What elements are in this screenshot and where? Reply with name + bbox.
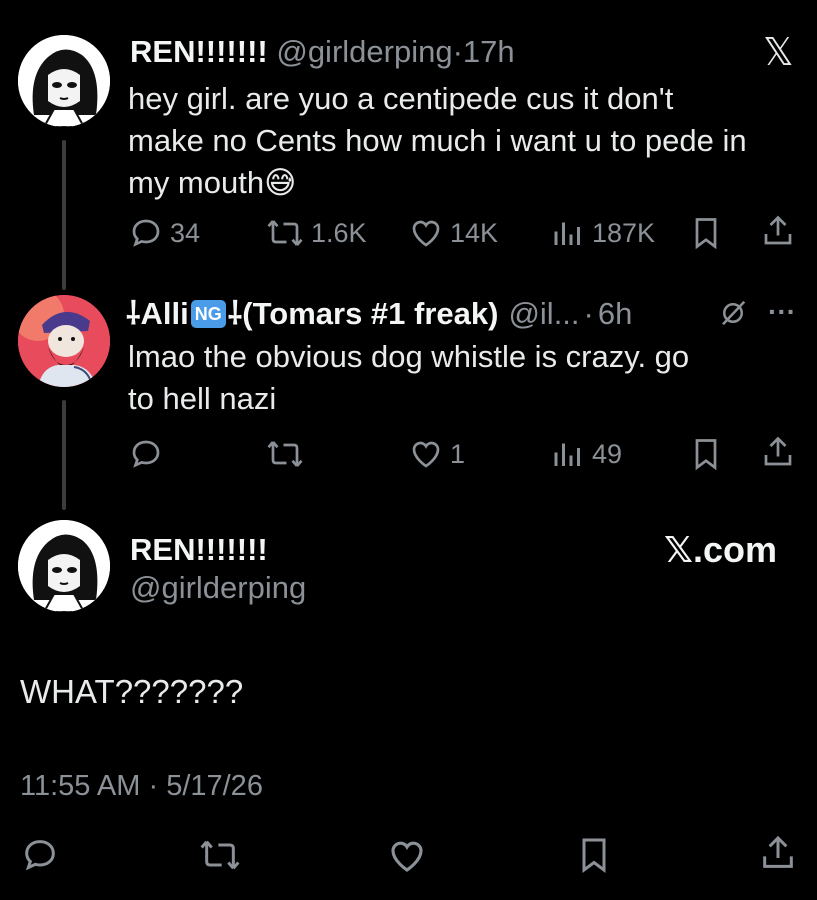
separator-dot: · bbox=[452, 34, 463, 69]
avatar[interactable] bbox=[18, 35, 110, 127]
bookmark-icon bbox=[695, 439, 717, 471]
reply-icon bbox=[132, 440, 160, 468]
view-count: 49 bbox=[592, 438, 623, 469]
bookmark-button[interactable] bbox=[574, 835, 614, 875]
tweet-text-line: my mouth😅 bbox=[128, 165, 297, 200]
handle[interactable]: @il... bbox=[508, 296, 579, 332]
anime-girl-avatar-icon bbox=[18, 520, 110, 612]
reply-count: 34 bbox=[170, 217, 201, 248]
tweet-text-line: to hell nazi bbox=[128, 381, 277, 416]
repost-icon bbox=[267, 441, 303, 467]
share-button[interactable] bbox=[758, 833, 798, 873]
reply-button[interactable] bbox=[128, 436, 164, 472]
tweet-text: hey girl. are yuo a centipede cus it don… bbox=[128, 78, 808, 204]
date: 5/17/26 bbox=[166, 770, 263, 802]
like-button[interactable] bbox=[386, 835, 428, 877]
repost-icon bbox=[267, 220, 303, 246]
tweet-text: lmao the obvious dog whistle is crazy. g… bbox=[128, 336, 808, 420]
views-icon bbox=[554, 443, 580, 466]
display-name-prefix[interactable]: ⸸Alli bbox=[126, 296, 189, 332]
time: 11:55 AM bbox=[20, 770, 141, 802]
views-button[interactable]: 49 bbox=[550, 436, 622, 472]
heart-icon bbox=[412, 220, 440, 247]
tweet-text-line: hey girl. are yuo a centipede cus it don… bbox=[128, 81, 674, 116]
handle[interactable]: @girlderping bbox=[276, 34, 452, 69]
reply-button[interactable]: 34 bbox=[128, 215, 200, 251]
share-button[interactable] bbox=[760, 434, 796, 470]
tweet-header: ⸸Alli NG ⸸(Tomars #1 freak) @il... · 6h bbox=[126, 296, 632, 332]
repost-icon bbox=[200, 840, 240, 870]
share-icon bbox=[764, 215, 792, 245]
sweat-smile-emoji: 😅 bbox=[264, 165, 297, 200]
anime-girl-avatar-icon bbox=[18, 35, 110, 127]
handle[interactable]: @girlderping bbox=[130, 570, 306, 606]
repost-button[interactable]: 1.6K bbox=[265, 215, 367, 251]
display-name[interactable]: REN!!!!!!! bbox=[130, 34, 268, 69]
views-icon bbox=[554, 222, 580, 245]
timestamp[interactable]: 6h bbox=[598, 296, 632, 332]
thread-line bbox=[62, 140, 66, 290]
bookmark-icon bbox=[582, 838, 606, 873]
share-button[interactable] bbox=[760, 213, 796, 249]
repost-button[interactable] bbox=[265, 436, 305, 472]
bookmark-icon bbox=[695, 218, 717, 250]
bookmark-button[interactable] bbox=[688, 215, 724, 251]
ng-badge: NG bbox=[190, 300, 226, 328]
views-button[interactable]: 187K bbox=[550, 215, 655, 251]
grok-icon[interactable] bbox=[718, 298, 748, 333]
timestamp[interactable]: 17h bbox=[463, 34, 515, 69]
share-icon bbox=[763, 835, 793, 868]
separator-dot: · bbox=[583, 296, 594, 331]
thread-line bbox=[62, 400, 66, 510]
avatar[interactable] bbox=[18, 520, 110, 612]
share-icon bbox=[764, 436, 792, 466]
separator-dot: · bbox=[148, 770, 159, 802]
like-button[interactable]: 14K bbox=[408, 215, 498, 251]
bookmark-button[interactable] bbox=[688, 436, 724, 472]
tweet-header: REN!!!!!!! @girlderping·17h bbox=[130, 34, 515, 70]
reply-icon bbox=[25, 840, 55, 871]
x-logo-icon[interactable]: 𝕏 bbox=[763, 30, 794, 75]
reply-button[interactable] bbox=[20, 835, 60, 875]
tweet-text: WHAT??????? bbox=[20, 673, 244, 710]
like-count: 14K bbox=[450, 217, 499, 248]
view-count: 187K bbox=[592, 217, 656, 248]
display-name[interactable]: REN!!!!!!! bbox=[130, 532, 268, 568]
avatar[interactable] bbox=[18, 295, 110, 387]
more-options-icon[interactable]: ··· bbox=[768, 296, 796, 328]
like-count: 1 bbox=[450, 438, 466, 469]
heart-icon bbox=[412, 441, 440, 468]
display-name-suffix[interactable]: ⸸(Tomars #1 freak) bbox=[228, 296, 499, 332]
repost-count: 1.6K bbox=[311, 217, 367, 248]
heart-icon bbox=[391, 841, 423, 872]
tweet-timestamp[interactable]: 11:55 AM · 5/17/26 bbox=[20, 768, 263, 804]
x-com-watermark: 𝕏.com bbox=[664, 529, 778, 570]
repost-button[interactable] bbox=[198, 835, 242, 875]
reply-icon bbox=[132, 219, 160, 247]
tweet-text-line: lmao the obvious dog whistle is crazy. g… bbox=[128, 339, 690, 374]
bearded-man-avatar-icon bbox=[18, 295, 110, 387]
tweet-text-line: make no Cents how much i want u to pede … bbox=[128, 123, 747, 158]
like-button[interactable]: 1 bbox=[408, 436, 465, 472]
